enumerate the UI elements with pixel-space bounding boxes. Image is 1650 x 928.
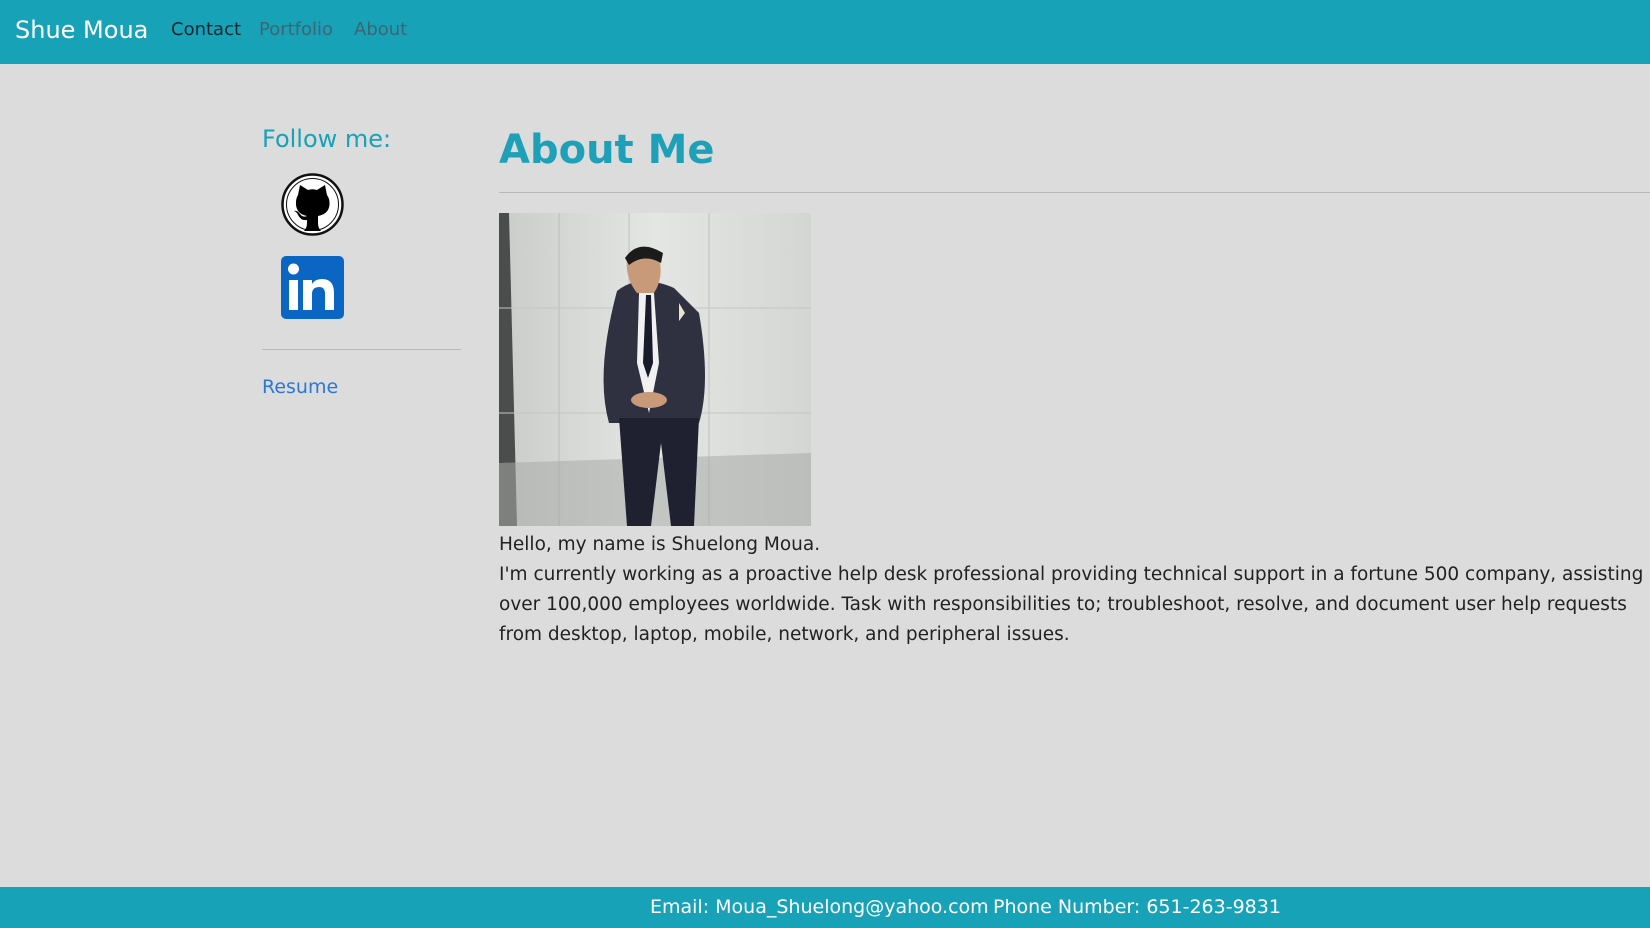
- nav-about-link[interactable]: About: [354, 19, 407, 41]
- github-icon: [281, 173, 344, 236]
- resume-link[interactable]: Resume: [262, 375, 338, 399]
- sidebar-divider: [262, 349, 461, 350]
- follow-heading: Follow me:: [262, 125, 392, 153]
- nav-portfolio-link[interactable]: Portfolio: [259, 19, 333, 41]
- page-title: About Me: [499, 127, 715, 173]
- navbar: Shue Moua Contact Portfolio About: [0, 0, 1650, 64]
- brand-link[interactable]: Shue Moua: [15, 16, 148, 44]
- github-link[interactable]: [281, 173, 344, 236]
- linkedin-icon: [281, 256, 344, 319]
- profile-photo: [499, 213, 811, 526]
- intro-text: Hello, my name is Shuelong Moua. I'm cur…: [499, 530, 1650, 650]
- greeting-text: Hello, my name is Shuelong Moua.: [499, 534, 821, 555]
- title-divider: [499, 192, 1650, 193]
- bio-text: I'm currently working as a proactive hel…: [499, 564, 1644, 645]
- linkedin-link[interactable]: [281, 256, 344, 319]
- nav-contact-link[interactable]: Contact: [171, 19, 241, 41]
- footer: Email: Moua_Shuelong@yahoo.com Phone Num…: [0, 887, 1650, 928]
- footer-phone: Phone Number: 651-263-9831: [993, 896, 1281, 918]
- footer-email: Email: Moua_Shuelong@yahoo.com: [650, 896, 989, 918]
